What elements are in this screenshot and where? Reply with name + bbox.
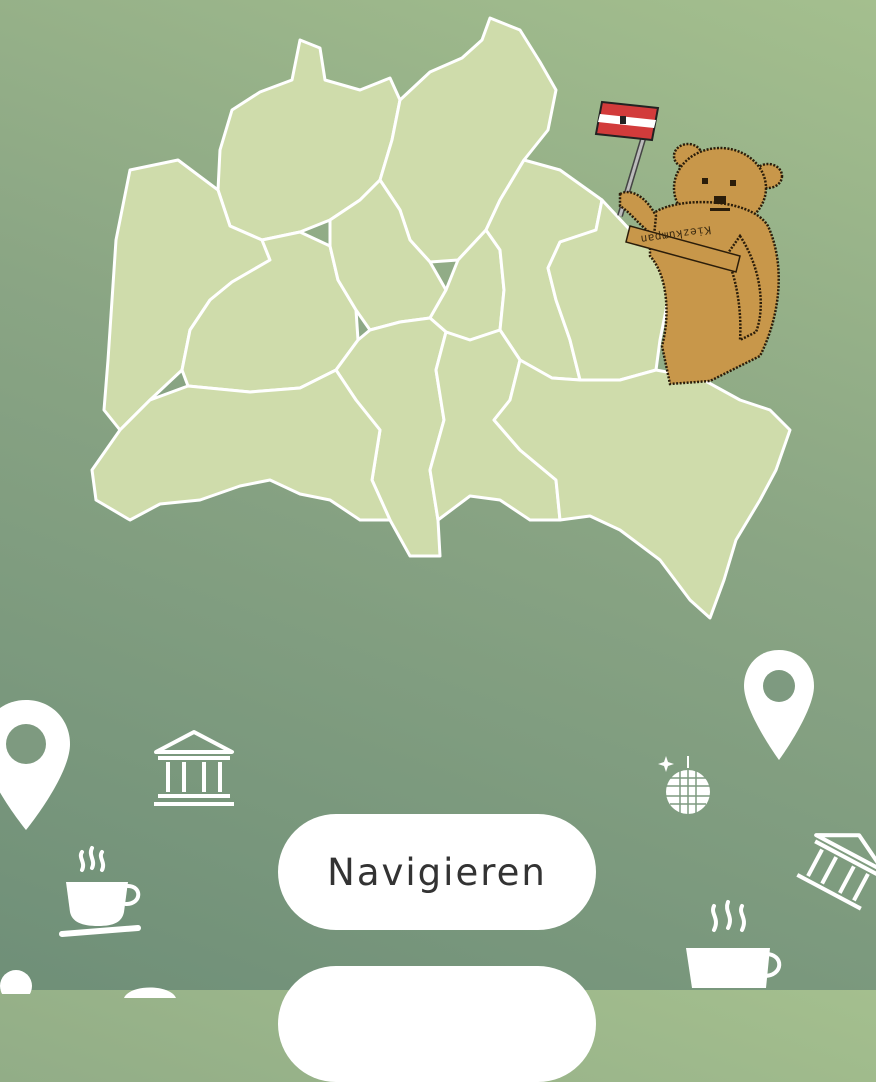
bear-mascot [594,100,784,386]
disco-ball-icon [658,756,710,814]
berlin-flag-icon [594,100,660,142]
museum-icon [154,730,234,806]
secondary-button[interactable] [278,966,596,1082]
location-pin-icon [0,700,70,830]
coffee-cup-icon [686,900,782,988]
disco-ball-icon [0,970,32,994]
museum-icon [796,833,876,911]
location-pin-icon [124,987,176,998]
location-pin-icon [744,650,814,760]
coffee-cup-icon [59,846,141,937]
navigate-button[interactable]: Navigieren [278,814,596,930]
